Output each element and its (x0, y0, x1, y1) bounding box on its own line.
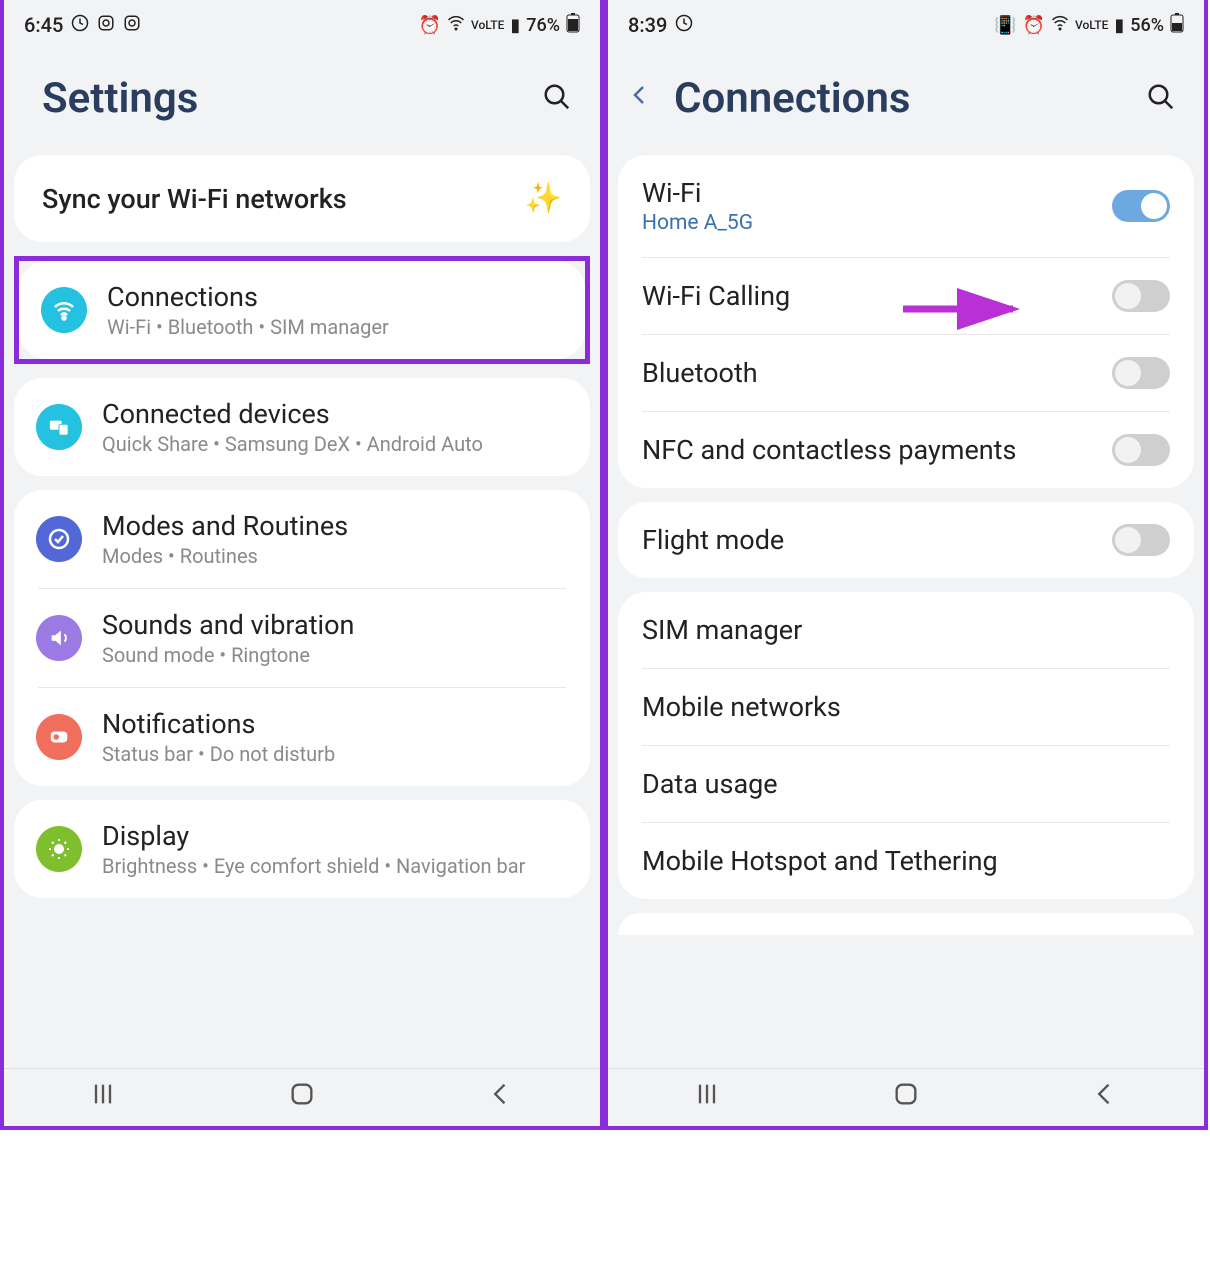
search-icon[interactable] (542, 82, 572, 116)
item-subtitle: Status bar • Do not disturb (102, 742, 566, 766)
item-title: Modes and Routines (102, 510, 568, 542)
display-icon (36, 826, 82, 872)
wifi-icon (41, 287, 87, 333)
settings-item[interactable]: Connected devices Quick Share • Samsung … (14, 378, 590, 476)
android-navbar (608, 1068, 1204, 1126)
item-title: Connections (107, 281, 563, 313)
item-subtitle: Quick Share • Samsung DeX • Android Auto (102, 432, 568, 456)
connections-card: Flight mode (618, 502, 1194, 578)
connections-header: Connections (608, 50, 1204, 141)
connections-item[interactable]: NFC and contactless payments (642, 411, 1170, 488)
item-title: Bluetooth (642, 357, 1100, 389)
settings-card: Modes and Routines Modes • Routines Soun… (14, 490, 590, 786)
phone-left: 6:45 ⏰ VoLTE ▮ 76% (0, 0, 604, 1130)
connections-item[interactable]: Mobile networks (642, 668, 1170, 745)
signal-icon: ▮ (510, 15, 520, 36)
home-button[interactable] (262, 1080, 342, 1115)
item-title: Mobile networks (642, 691, 1158, 723)
settings-card: Display Brightness • Eye comfort shield … (14, 800, 590, 898)
connections-card: Wi-FiHome A_5G Wi-Fi Calling Bluetooth N… (618, 155, 1194, 488)
vibrate-icon: 📳 (994, 15, 1016, 36)
clock-text: 8:39 (628, 13, 667, 37)
item-subtitle: Home A_5G (642, 211, 1100, 235)
item-title: SIM manager (642, 614, 1158, 646)
item-title: NFC and contactless payments (642, 434, 1100, 466)
status-bar: 8:39 📳 ⏰ VoLTE ▮ 56% (608, 0, 1204, 50)
volte-icon: VoLTE (471, 18, 504, 32)
sounds-icon (36, 615, 82, 661)
volte-icon: VoLTE (1075, 18, 1108, 32)
notif-icon (36, 714, 82, 760)
item-title: Notifications (102, 708, 566, 740)
toggle-switch[interactable] (1112, 357, 1170, 389)
item-subtitle: Wi-Fi • Bluetooth • SIM manager (107, 315, 563, 339)
item-title: Connected devices (102, 398, 568, 430)
item-title: Sounds and vibration (102, 609, 566, 641)
settings-item[interactable]: Display Brightness • Eye comfort shield … (14, 800, 590, 898)
connections-item[interactable]: Flight mode (642, 502, 1170, 578)
clock-text: 6:45 (24, 13, 63, 37)
battery-text: 76% (526, 15, 560, 36)
connections-item[interactable]: Wi-Fi Calling (642, 257, 1170, 334)
connections-item[interactable]: Wi-FiHome A_5G (642, 155, 1170, 257)
back-button[interactable] (461, 1080, 541, 1115)
page-title: Connections (674, 74, 911, 123)
whatsapp-icon (71, 13, 89, 37)
signal-icon: ▮ (1114, 15, 1124, 36)
item-title: Display (102, 820, 568, 852)
alarm-icon: ⏰ (1023, 15, 1045, 36)
page-title: Settings (42, 74, 198, 123)
item-title: Mobile Hotspot and Tethering (642, 845, 1158, 877)
toggle-switch[interactable] (1112, 524, 1170, 556)
alarm-icon: ⏰ (419, 15, 441, 36)
settings-item[interactable]: Modes and Routines Modes • Routines (14, 490, 590, 588)
settings-header: Settings (4, 50, 600, 141)
item-title: Wi-Fi Calling (642, 280, 1100, 312)
modes-icon (36, 516, 82, 562)
highlight-annotation: Connections Wi-Fi • Bluetooth • SIM mana… (14, 256, 590, 364)
settings-item[interactable]: Connections Wi-Fi • Bluetooth • SIM mana… (19, 261, 585, 359)
sync-wifi-label: Sync your Wi-Fi networks (42, 183, 347, 215)
recent-apps-button[interactable] (667, 1080, 747, 1115)
camera-icon (123, 13, 141, 37)
recent-apps-button[interactable] (63, 1080, 143, 1115)
item-subtitle: Sound mode • Ringtone (102, 643, 566, 667)
next-card-peek (618, 913, 1194, 935)
settings-card: Connected devices Quick Share • Samsung … (14, 378, 590, 476)
connections-item[interactable]: SIM manager (642, 592, 1170, 668)
whatsapp-icon (675, 13, 693, 37)
home-button[interactable] (866, 1080, 946, 1115)
item-subtitle: Brightness • Eye comfort shield • Naviga… (102, 854, 568, 878)
wifi-icon (1051, 14, 1069, 37)
phone-right: 8:39 📳 ⏰ VoLTE ▮ 56% (604, 0, 1208, 1130)
settings-card: Connections Wi-Fi • Bluetooth • SIM mana… (19, 261, 585, 359)
toggle-switch[interactable] (1112, 434, 1170, 466)
toggle-switch[interactable] (1112, 280, 1170, 312)
battery-icon (1170, 13, 1184, 38)
connections-item[interactable]: Data usage (642, 745, 1170, 822)
devices-icon (36, 404, 82, 450)
sync-wifi-card[interactable]: Sync your Wi-Fi networks ✨ (14, 155, 590, 242)
back-chevron-icon[interactable] (628, 79, 658, 119)
item-title: Data usage (642, 768, 1158, 800)
wifi-icon (447, 14, 465, 37)
android-navbar (4, 1068, 600, 1126)
settings-item[interactable]: Notifications Status bar • Do not distur… (38, 687, 566, 786)
item-title: Flight mode (642, 524, 1100, 556)
toggle-switch[interactable] (1112, 190, 1170, 222)
back-button[interactable] (1065, 1080, 1145, 1115)
battery-text: 56% (1130, 15, 1164, 36)
connections-card: SIM manager Mobile networks Data usage M… (618, 592, 1194, 899)
battery-icon (566, 13, 580, 38)
item-title: Wi-Fi (642, 177, 1100, 209)
instagram-icon (97, 13, 115, 37)
connections-item[interactable]: Bluetooth (642, 334, 1170, 411)
settings-item[interactable]: Sounds and vibration Sound mode • Ringto… (38, 588, 566, 687)
status-bar: 6:45 ⏰ VoLTE ▮ 76% (4, 0, 600, 50)
search-icon[interactable] (1146, 82, 1176, 116)
item-subtitle: Modes • Routines (102, 544, 568, 568)
sparkle-icon: ✨ (525, 181, 562, 216)
connections-item[interactable]: Mobile Hotspot and Tethering (642, 822, 1170, 899)
